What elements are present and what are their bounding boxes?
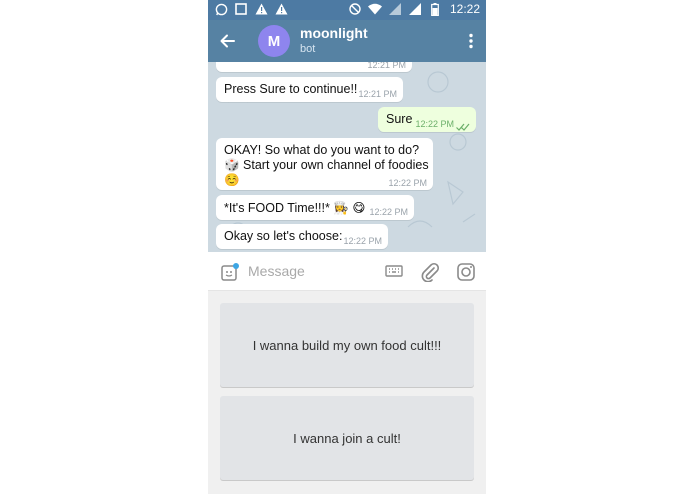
message-bubble[interactable]: Press Sure to continue!! 12:21 PM bbox=[216, 77, 403, 102]
square-icon bbox=[234, 2, 248, 16]
message-line: OKAY! So what do you want to do? bbox=[224, 143, 420, 157]
avatar[interactable]: M bbox=[258, 25, 290, 57]
message-text: *It's FOOD Time!!!* 👩‍🍳 😋 bbox=[224, 201, 366, 215]
warning-icon bbox=[254, 2, 268, 16]
chat-area[interactable]: 12:21 PM Press Sure to continue!! 12:21 … bbox=[208, 62, 486, 252]
chat-title[interactable]: moonlight bbox=[300, 25, 368, 41]
keyboard-button-label: I wanna build my own food cult!!! bbox=[252, 337, 442, 353]
wifi-icon bbox=[367, 2, 382, 16]
chat-subtitle: bot bbox=[300, 43, 316, 55]
signal-icon bbox=[408, 2, 422, 16]
message-bubble[interactable]: OKAY! So what do you want to do? 🎲 Start… bbox=[216, 138, 433, 190]
message-input-bar: Message bbox=[208, 252, 486, 291]
message-line: 🎲 Start your own channel of foodies bbox=[224, 158, 429, 172]
message-input[interactable]: Message bbox=[248, 263, 305, 279]
keyboard-icon[interactable] bbox=[385, 264, 405, 282]
message-bubble[interactable]: *It's FOOD Time!!!* 👩‍🍳 😋 12:22 PM bbox=[216, 195, 414, 220]
avatar-letter: M bbox=[267, 32, 281, 50]
message-bubble[interactable]: 12:21 PM bbox=[216, 62, 412, 72]
instagram-camera-icon[interactable] bbox=[456, 262, 476, 281]
whatsapp-icon bbox=[214, 2, 228, 16]
bot-keyboard: I wanna build my own food cult!!! I wann… bbox=[208, 291, 486, 494]
message-bubble-outgoing[interactable]: Sure 12:22 PM bbox=[378, 107, 476, 132]
status-time: 12:22 bbox=[449, 2, 480, 16]
message-time: 12:21 PM bbox=[367, 62, 406, 70]
signal-icon bbox=[388, 2, 402, 16]
message-time: 12:22 PM bbox=[343, 236, 382, 246]
message-bubble[interactable]: Okay so let's choose: 12:22 PM bbox=[216, 224, 388, 249]
keyboard-button-join-cult[interactable]: I wanna join a cult! bbox=[220, 396, 474, 480]
double-check-icon bbox=[456, 120, 470, 134]
message-time: 12:22 PM bbox=[369, 207, 408, 217]
keyboard-button-build-cult[interactable]: I wanna build my own food cult!!! bbox=[220, 303, 474, 387]
sticker-icon[interactable] bbox=[220, 262, 240, 281]
attach-icon[interactable] bbox=[420, 262, 440, 283]
more-vert-icon[interactable] bbox=[468, 33, 474, 49]
do-not-disturb-icon bbox=[348, 2, 362, 16]
phone-screen: 12:22 M moonlight bot 12:21 PM Press Sur… bbox=[208, 0, 486, 494]
message-time: 12:22 PM bbox=[415, 119, 454, 129]
battery-icon bbox=[428, 2, 442, 16]
keyboard-button-label: I wanna join a cult! bbox=[293, 430, 401, 446]
message-text: Sure bbox=[386, 112, 413, 126]
message-time: 12:22 PM bbox=[388, 178, 427, 188]
status-bar: 12:22 bbox=[208, 0, 486, 20]
back-arrow-icon[interactable] bbox=[218, 31, 240, 51]
chat-header: M moonlight bot bbox=[208, 20, 486, 62]
message-time: 12:21 PM bbox=[358, 89, 397, 99]
message-text: Press Sure to continue!! bbox=[224, 82, 358, 96]
warning-icon bbox=[274, 2, 288, 16]
message-text: Okay so let's choose: bbox=[224, 229, 343, 243]
